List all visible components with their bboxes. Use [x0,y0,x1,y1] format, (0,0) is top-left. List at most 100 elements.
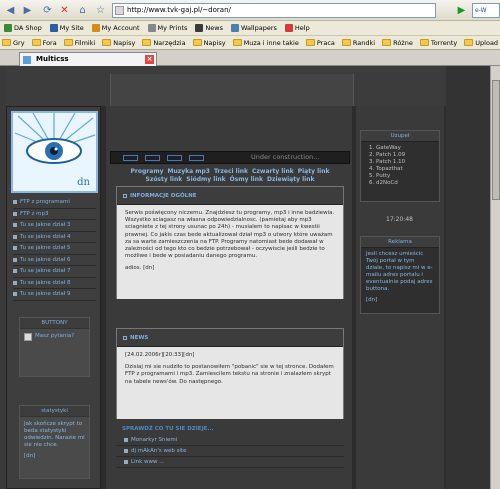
news-title: NEWS [130,334,149,341]
bookmark-folder[interactable]: Torrenty [419,38,458,47]
tab-favicon-icon [23,56,31,64]
forward-icon[interactable]: ▶ [20,3,35,18]
info-sign: adios. [dn] [125,265,155,272]
toolbar-item[interactable]: DA Shop [4,24,42,32]
left-menu-item[interactable]: Tu se jakne dział 6 [13,255,96,266]
ads-box-title: Reklama [361,237,439,248]
folder-icon [2,38,11,46]
buttons-box-text[interactable]: Masz pytania? [35,333,74,340]
bookmark-folder[interactable]: Praca [305,38,335,47]
toolbar-item[interactable]: News [195,24,223,32]
left-menu-item[interactable]: Tu se jakne dział 9 [13,289,96,301]
reload-icon[interactable]: ⟳ [40,3,55,18]
bookmark-icon[interactable]: ☆ [93,3,108,18]
left-column: dn FTP z programami FTP z mp3 Tu se jakne … [6,106,101,489]
bookmark-folder[interactable]: Upload [464,38,498,47]
bookmark-label: Napisy [113,38,136,47]
top-link[interactable]: Dziewiąty link [267,176,315,183]
bullet-icon [13,280,17,285]
left-menu-label: Tu se jakne dział 4 [20,233,71,240]
toolbar-item[interactable]: Help [284,24,310,32]
bullet-icon [13,257,17,262]
left-menu-item[interactable]: Tu se jakne dział 5 [13,243,96,255]
left-menu: FTP z programami FTP z mp3 Tu se jakne dzi… [13,197,96,301]
toolbar-item-label: Help [294,24,310,32]
news-panel: NEWS [24.02.2006r][20:33][dn] Dzisiaj mi… [116,328,344,419]
bookmark-folder[interactable]: Filmiki [63,38,96,47]
bookmark-label: Torrenty [430,38,458,47]
left-menu-label: Tu se jakne dział 6 [20,256,71,263]
stats-box-title: statystyki [20,406,89,417]
toolbar-item[interactable]: My Account [91,24,140,32]
left-menu-item[interactable]: Tu se jakne dział 4 [13,232,96,243]
panel-bullet-icon [123,335,127,340]
left-menu-item[interactable]: FTP z mp3 [13,209,96,220]
bookmark-folder[interactable]: Różne [382,38,413,47]
toolbar-item[interactable]: Wallpapers [230,24,277,32]
upload-item[interactable]: Topazthat [376,166,434,173]
left-menu-label: Tu se jakne dział 5 [20,245,71,252]
tab-multicss[interactable]: Multicss × [19,52,157,66]
address-text: http://www.tvk-gaj.pl/~doran/ [127,6,231,14]
back-icon[interactable]: ◀ [3,3,18,18]
left-menu-item[interactable]: Tu se jakne dział 8 [13,278,96,289]
upload-item[interactable]: Putty [376,173,434,180]
bookmark-label: Narzędzia [153,38,186,47]
folder-icon [232,38,242,46]
friend-link[interactable]: dj mAkAn's web site [116,446,344,457]
top-link[interactable]: Ósmy link [230,176,263,183]
toolbar-item[interactable]: My Site [49,24,84,32]
bookmark-folder[interactable]: Muza i inne takie [232,38,299,47]
bookmark-folder[interactable]: Napisy [102,38,136,47]
friend-link-label: dj mAkAn's web site [131,448,187,454]
top-link[interactable]: Programy [131,168,164,175]
bookmark-folder[interactable]: Fora [31,38,57,47]
toolbar-item[interactable]: My Prints [147,24,187,32]
top-link[interactable]: Trzeci link [214,168,248,175]
toolbar-item-label: My Site [59,24,84,32]
bookmark-label: Filmiki [74,38,96,47]
page-scrollbar[interactable] [490,66,500,489]
toolbar-item-label: My Account [101,24,140,32]
search-box-text: e-W [475,7,487,14]
left-menu-item[interactable]: Tu se jakne dział 7 [13,266,96,278]
button-image-icon[interactable] [24,333,32,341]
left-menu-label: FTP z mp3 [20,210,49,217]
stop-icon[interactable]: ✕ [57,3,72,18]
top-link[interactable]: Piąty link [298,168,330,175]
bookmark-folder[interactable]: Randki [341,38,375,47]
upload-item[interactable]: d2NoCd [376,180,434,187]
home-icon[interactable]: ⌂ [75,3,90,18]
scrollbar-thumb[interactable] [492,80,500,200]
folder-icon [102,38,112,46]
friend-link-label: Link www ... [131,459,165,465]
top-link[interactable]: Czwarty link [252,168,294,175]
bookmark-folder[interactable]: Napisy [192,38,226,47]
friend-link[interactable]: Monarkyr Sniemi [116,435,344,446]
bookmark-label: Różne [393,38,413,47]
friend-link[interactable]: Link www ... [116,457,344,468]
bullet-icon [13,269,17,274]
bullet-icon [13,246,17,251]
ads-box-text: Jesli chcesz umieścic Twój portal w tym … [366,251,433,292]
top-link[interactable]: Siódmy link [186,176,225,183]
left-menu-item[interactable]: FTP z programami [13,197,96,209]
bookmark-folder[interactable]: Gry [2,38,25,47]
close-tab-icon[interactable]: × [145,55,154,64]
go-icon[interactable]: ▶ [455,3,468,18]
upload-item[interactable]: Patch 1.10 [376,159,434,166]
site-logo: dn [11,111,98,193]
header-band [0,66,500,106]
nav-toolbar: ◀ ▶ ⟳ ✕ ⌂ ☆ http://www.tvk-gaj.pl/~doran… [0,0,500,21]
top-link[interactable]: Muzyka mp3 [167,168,210,175]
upload-item[interactable]: GateWay [376,145,434,152]
bookmark-folder[interactable]: Narzędzia [142,38,186,47]
search-box[interactable]: e-W [472,3,500,18]
top-link[interactable]: Szósty link [146,176,183,183]
bullet-icon [13,211,17,216]
left-menu-item[interactable]: Tu se jakne dział 3 [13,220,96,232]
bookmark-label: Praca [316,38,335,47]
upload-item[interactable]: Patch 1.09 [376,152,434,159]
folder-icon [341,38,351,46]
address-bar[interactable]: http://www.tvk-gaj.pl/~doran/ [112,3,436,18]
